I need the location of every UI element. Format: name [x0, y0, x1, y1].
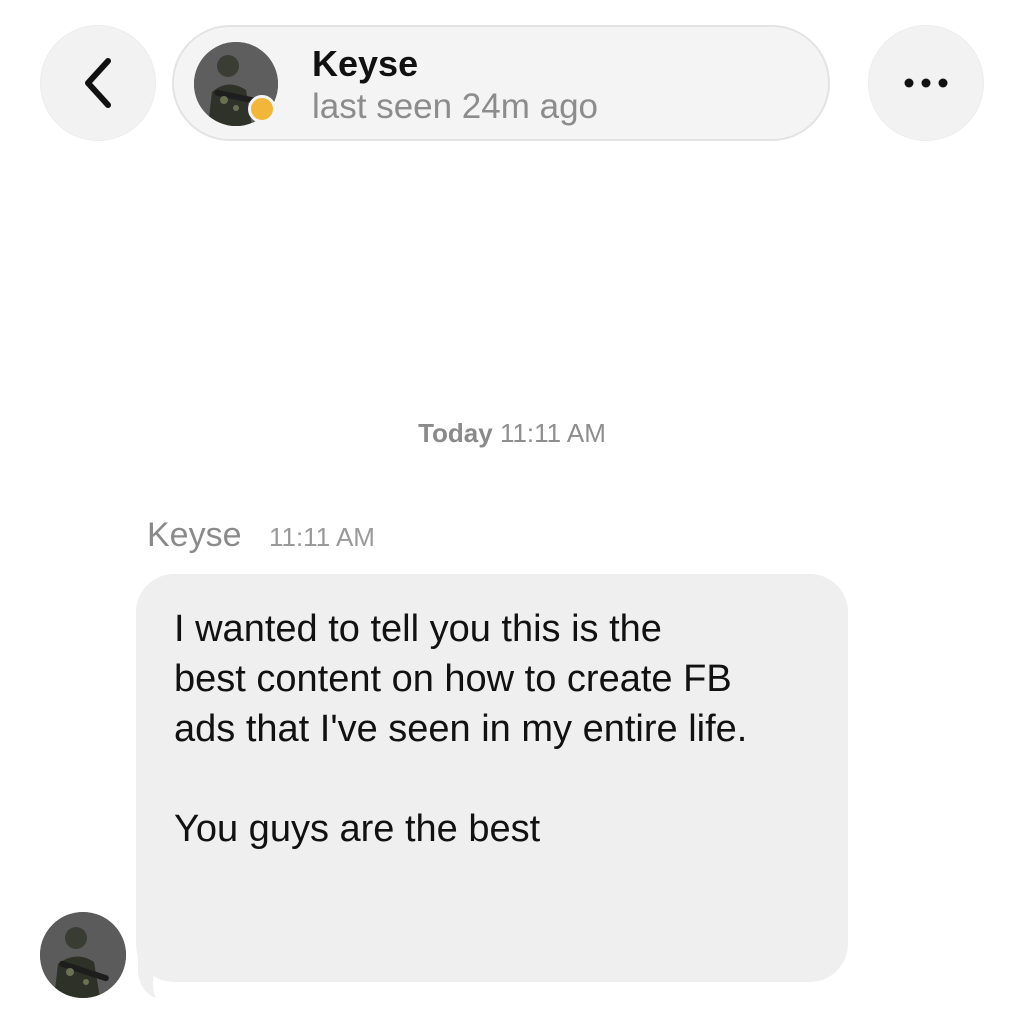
- last-seen-status: last seen 24m ago: [312, 87, 599, 126]
- ellipsis-icon: [904, 78, 948, 88]
- contact-header[interactable]: Keyse last seen 24m ago: [172, 25, 830, 141]
- contact-name: Keyse: [312, 43, 419, 84]
- message-sender-name: Keyse: [147, 516, 242, 554]
- date-separator-time: 11:11 AM: [499, 418, 606, 448]
- message-bubble-tail: [136, 940, 176, 1000]
- chevron-left-icon: [78, 55, 118, 111]
- presence-indicator: [248, 95, 276, 123]
- message-sender-avatar[interactable]: [40, 912, 126, 998]
- message-timestamp: 11:11 AM: [268, 522, 375, 552]
- date-separator: Today 11:11 AM: [0, 418, 1024, 449]
- message-text-line: best content on how to create FB: [174, 658, 732, 700]
- message-text-line: ads that I've seen in my entire life.: [174, 708, 748, 750]
- message-text-blank-line: [174, 754, 828, 804]
- date-separator-day: Today: [418, 418, 493, 448]
- message-text-line: I wanted to tell you this is the: [174, 608, 662, 650]
- more-options-button[interactable]: [868, 25, 984, 141]
- message-sender-line: Keyse 11:11 AM: [147, 516, 375, 555]
- message-text-line: You guys are the best: [174, 808, 541, 850]
- back-button[interactable]: [40, 25, 156, 141]
- message-bubble[interactable]: I wanted to tell you this is the best co…: [136, 574, 848, 982]
